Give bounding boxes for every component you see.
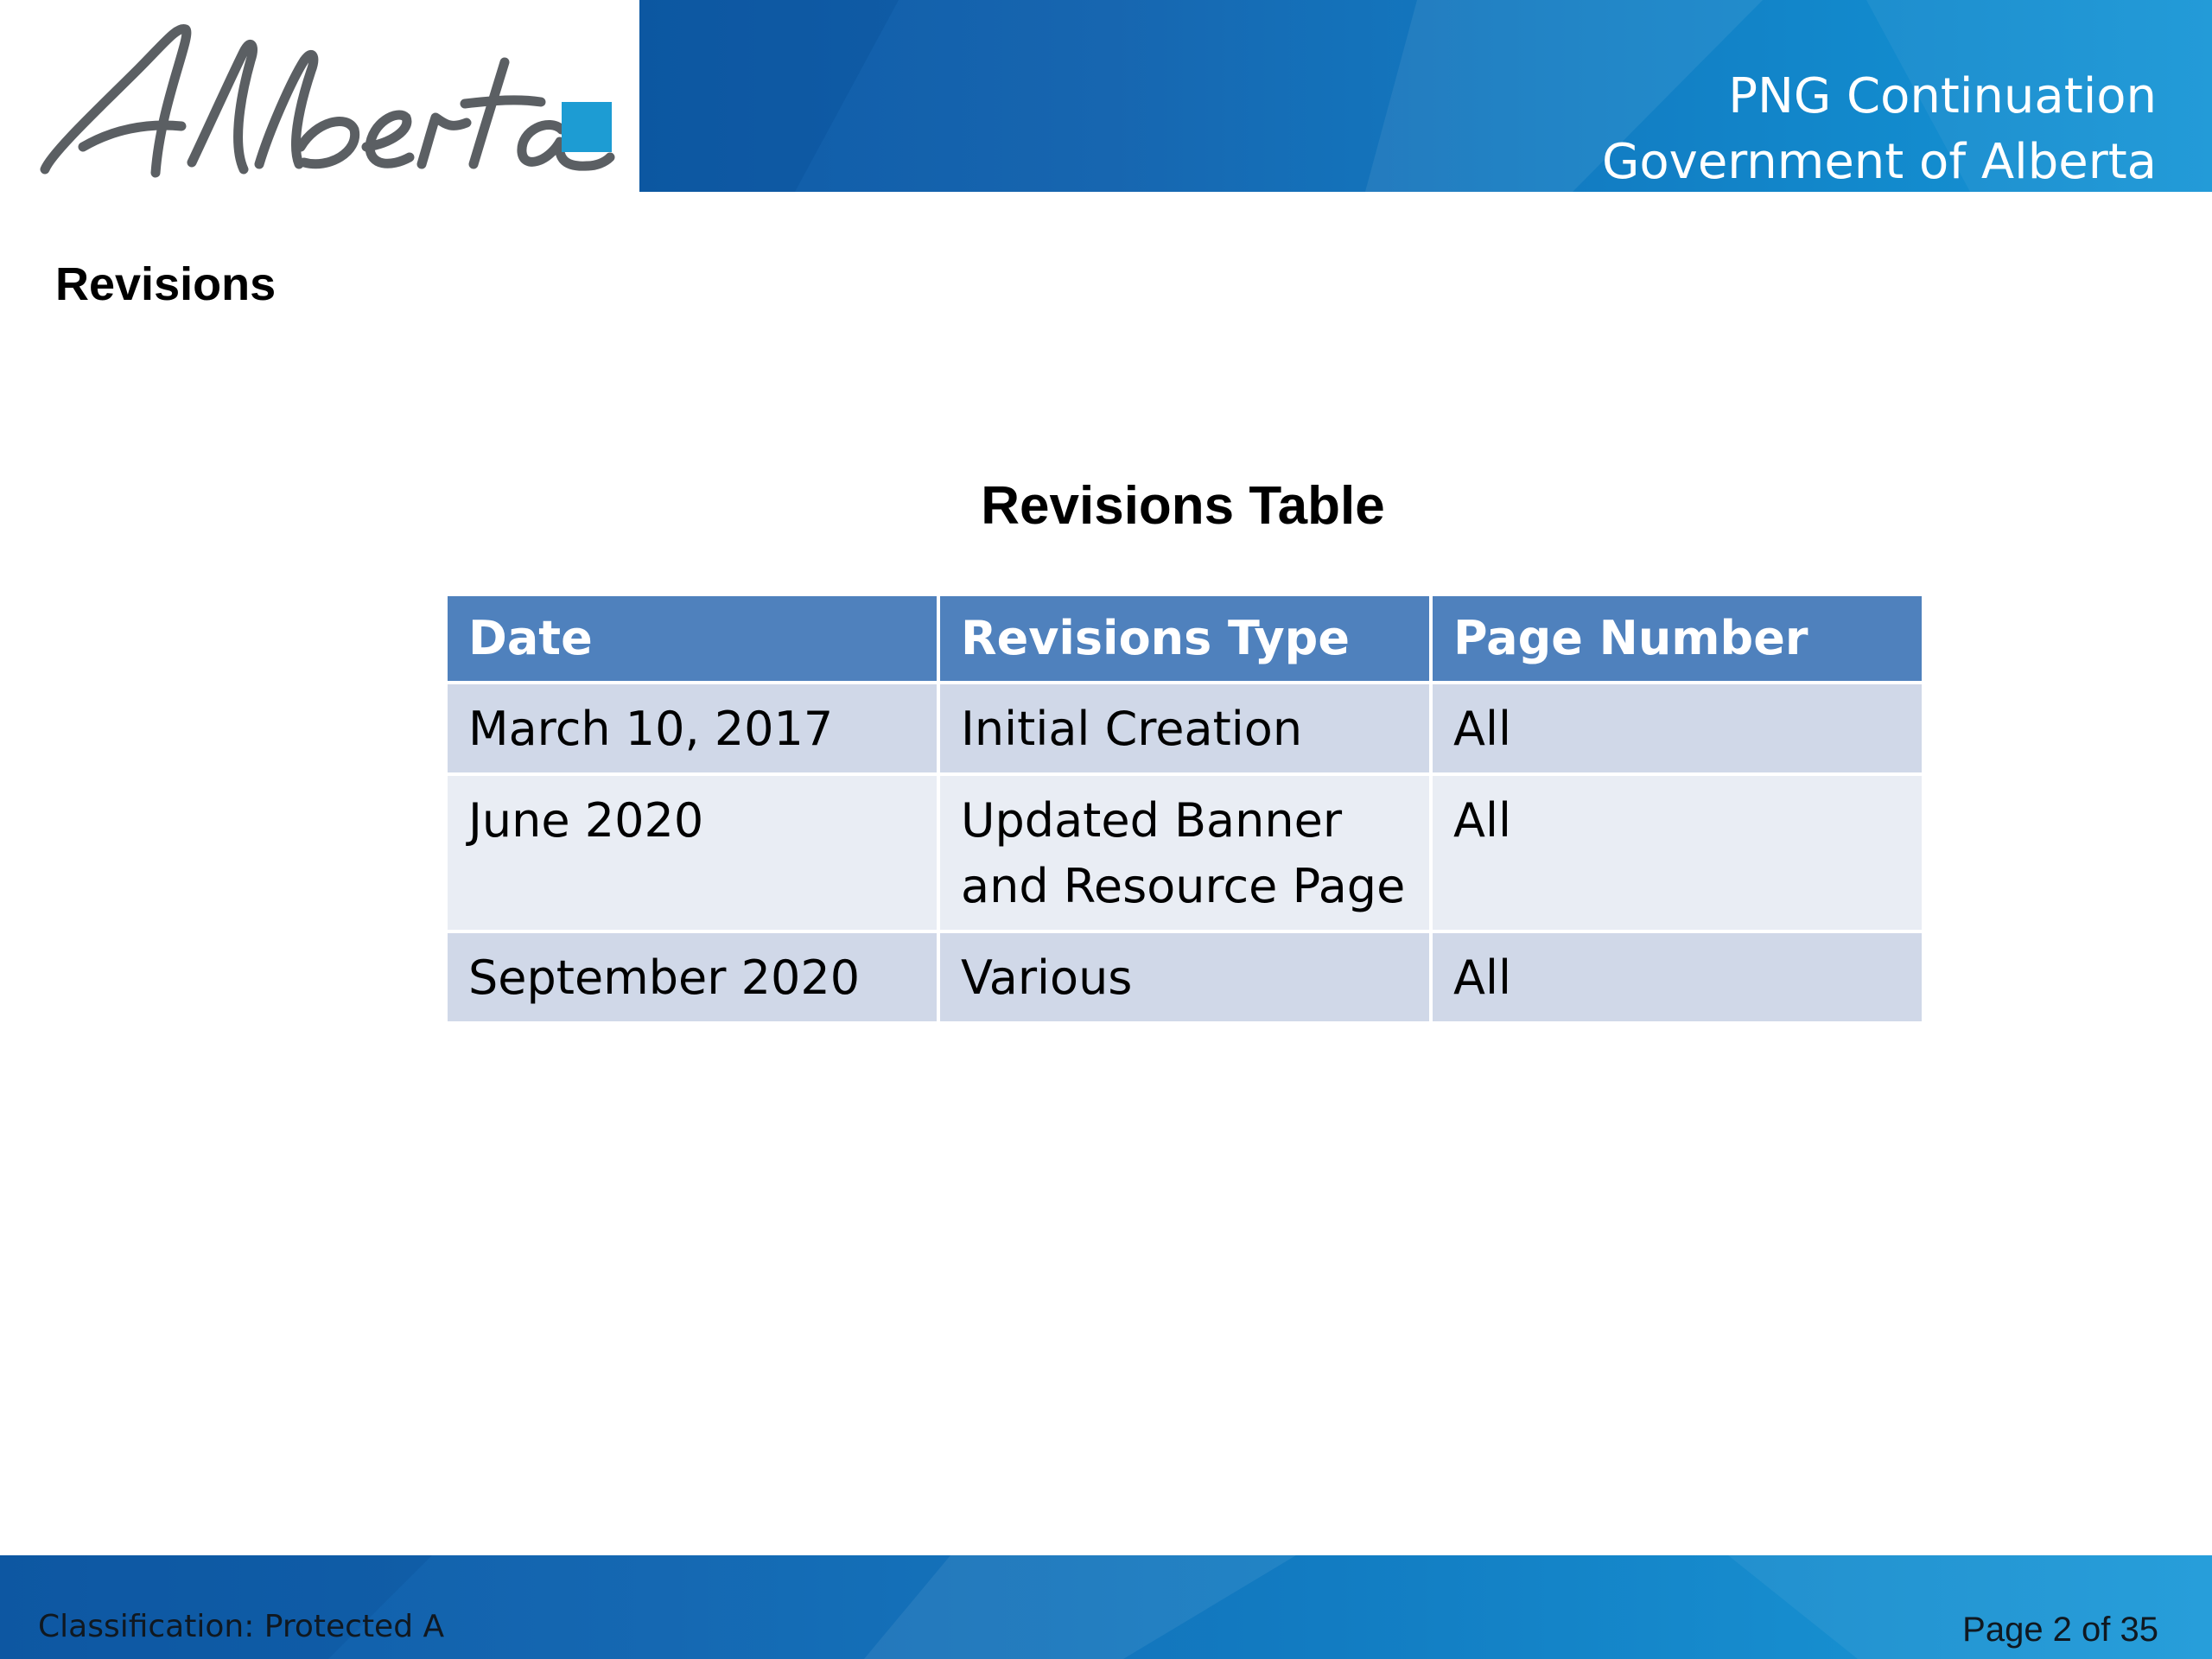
cell-date: March 10, 2017 [444, 681, 940, 776]
cell-page-number: All [1429, 681, 1925, 776]
document-title: PNG Continuation Government of Alberta [1602, 64, 2157, 192]
alberta-wordmark-icon [40, 24, 615, 178]
cell-revision-type: Initial Creation [937, 681, 1433, 776]
cell-date: June 2020 [444, 772, 940, 933]
section-heading: Revisions [55, 258, 276, 310]
column-header-revisions-type: Revisions Type [937, 593, 1433, 684]
header-banner: PNG Continuation Government of Alberta [639, 0, 2212, 192]
cell-date: September 2020 [444, 930, 940, 1025]
document-page: PNG Continuation Government of Alberta R… [0, 0, 2212, 1659]
cell-page-number: All [1429, 930, 1925, 1025]
table-row: March 10, 2017 Initial Creation All [444, 681, 1925, 776]
table-row: September 2020 Various All [444, 930, 1925, 1025]
table-header-row: Date Revisions Type Page Number [444, 593, 1925, 684]
cell-revision-type: Updated Banner and Resource Page [937, 772, 1433, 933]
revisions-table: Date Revisions Type Page Number March 10… [444, 593, 1925, 1025]
alberta-logo [0, 0, 639, 192]
table-row: June 2020 Updated Banner and Resource Pa… [444, 772, 1925, 933]
classification-label: Classification: Protected A [38, 1609, 445, 1644]
footer-banner: Classification: Protected A Page 2 of 35 [0, 1555, 2212, 1659]
title-line-2: Government of Alberta [1602, 134, 2157, 190]
table-caption: Revisions Table [981, 476, 1385, 536]
cell-revision-type: Various [937, 930, 1433, 1025]
cell-page-number: All [1429, 772, 1925, 933]
column-header-date: Date [444, 593, 940, 684]
column-header-page-number: Page Number [1429, 593, 1925, 684]
page-number: Page 2 of 35 [1962, 1611, 2158, 1649]
title-line-1: PNG Continuation [1728, 68, 2157, 124]
